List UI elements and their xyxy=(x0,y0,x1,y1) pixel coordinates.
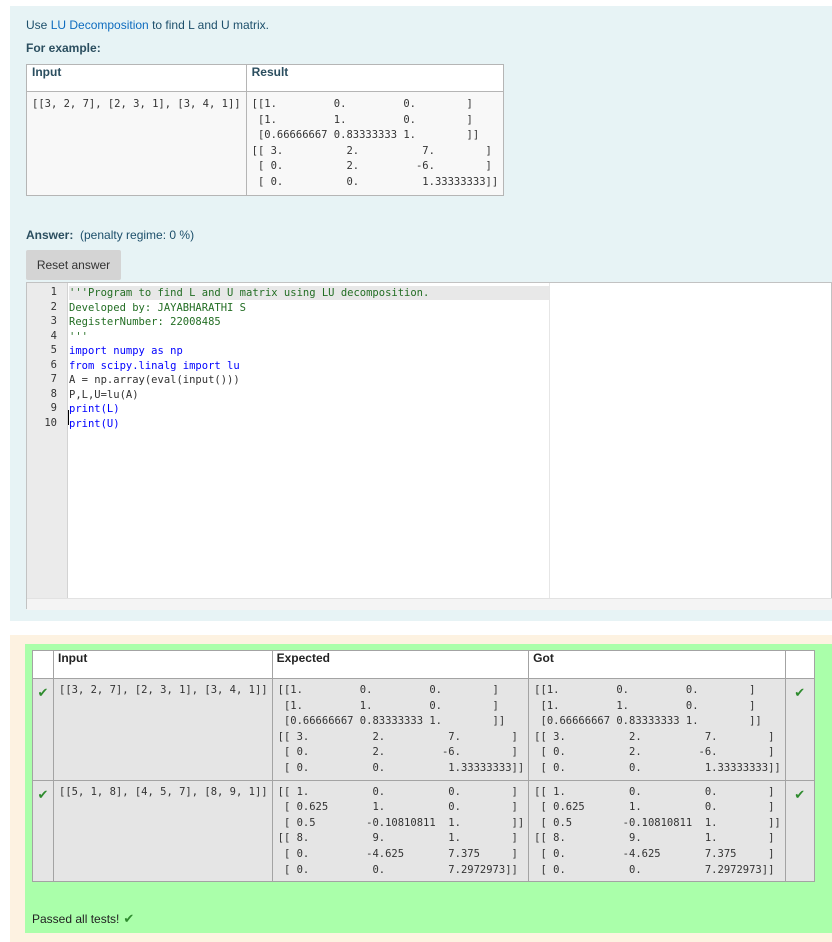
question-panel: Use LU Decomposition to find L and U mat… xyxy=(10,6,832,621)
line-number: 5 xyxy=(50,344,57,356)
example-header-result: Result xyxy=(245,64,505,92)
result-input-cell: [[5, 1, 8], [4, 5, 7], [8, 9, 1]] xyxy=(53,779,273,883)
code-line[interactable]: '''Program to find L and U matrix using … xyxy=(69,286,549,300)
question-text: Use LU Decomposition to find L and U mat… xyxy=(26,18,269,32)
example-result-cell: [[1. 0. 0. ] [1. 1. 0. ] [0.66666667 0.8… xyxy=(245,91,505,196)
test-results-container: Input Expected Got ✔ [[3, 2, 7], [2, 3, … xyxy=(10,635,832,942)
test-input: [[3, 2, 7], [2, 3, 1], [3, 4, 1]] xyxy=(59,684,268,696)
reset-answer-button[interactable]: Reset answer xyxy=(26,250,121,280)
example-result: [[1. 0. 0. ] [1. 1. 0. ] [0.66666667 0.8… xyxy=(251,98,499,188)
check-icon: ✔ xyxy=(794,787,806,803)
results-header-input: Input xyxy=(53,650,273,679)
pass-indicator: ✔ xyxy=(784,779,815,883)
example-input-cell: [[3, 2, 7], [2, 3, 1], [3, 4, 1]] xyxy=(26,91,247,196)
code-line[interactable]: import numpy as np xyxy=(69,344,183,358)
lu-decomposition-link[interactable]: LU Decomposition xyxy=(51,18,149,32)
test-got: [[ 1. 0. 0. ] [ 0.625 1. 0. ] [ 0.5 -0.1… xyxy=(534,785,781,876)
line-number: 1 xyxy=(50,286,57,298)
for-example-label: For example: xyxy=(26,41,101,55)
results-header-status-right xyxy=(784,650,815,679)
test-input: [[5, 1, 8], [4, 5, 7], [8, 9, 1]] xyxy=(59,785,268,798)
code-line[interactable]: from scipy.linalg import lu xyxy=(69,359,240,373)
test-expected: [[ 1. 0. 0. ] [ 0.625 1. 0. ] [ 0.5 -0.1… xyxy=(277,785,525,876)
result-expected-cell: [[1. 0. 0. ] [1. 1. 0. ] [0.66666667 0.8… xyxy=(271,678,530,781)
answer-label: Answer: xyxy=(26,228,74,242)
penalty-regime: (penalty regime: 0 %) xyxy=(80,228,195,242)
passed-text: Passed all tests! xyxy=(32,912,120,926)
line-number: 10 xyxy=(44,416,57,429)
pass-indicator: ✔ xyxy=(784,678,815,781)
test-expected: [[1. 0. 0. ] [1. 1. 0. ] [0.66666667 0.8… xyxy=(277,684,525,774)
passed-all-tests: Passed all tests! ✔ xyxy=(32,912,134,927)
example-header-input: Input xyxy=(26,64,247,92)
code-line[interactable]: print(U) xyxy=(69,417,120,431)
editor-resize-bar[interactable] xyxy=(27,598,832,610)
results-header-expected: Expected xyxy=(271,650,530,679)
check-icon: ✔ xyxy=(37,787,49,803)
answer-header: Answer: (penalty regime: 0 %) xyxy=(26,228,194,242)
example-input: [[3, 2, 7], [2, 3, 1], [3, 4, 1]] xyxy=(32,98,241,110)
results-header-status xyxy=(32,650,54,679)
line-number: 4 xyxy=(50,329,57,342)
text-cursor xyxy=(68,410,69,425)
results-header-got: Got xyxy=(528,650,786,679)
line-number-gutter: 1 2 3 4 5 6 7 8 9 10 xyxy=(27,283,68,598)
pass-indicator: ✔ xyxy=(32,779,54,883)
test-results-panel: Input Expected Got ✔ [[3, 2, 7], [2, 3, … xyxy=(25,644,832,933)
line-number: 9 xyxy=(50,402,57,414)
check-icon: ✔ xyxy=(123,912,135,927)
code-line[interactable]: A = np.array(eval(input())) xyxy=(69,373,240,387)
line-number: 2 xyxy=(50,300,57,313)
line-number: 7 xyxy=(50,373,57,385)
print-margin xyxy=(549,283,550,598)
pass-indicator: ✔ xyxy=(32,678,54,781)
code-line[interactable]: P,L,U=lu(A) xyxy=(69,388,139,402)
code-line[interactable]: RegisterNumber: 22008485 xyxy=(69,315,221,329)
line-number: 6 xyxy=(50,358,57,371)
code-line[interactable]: ''' xyxy=(69,330,88,344)
result-got-cell: [[1. 0. 0. ] [1. 1. 0. ] [0.66666667 0.8… xyxy=(528,678,786,781)
table-row: ✔ [[3, 2, 7], [2, 3, 1], [3, 4, 1]] [[1.… xyxy=(32,678,815,781)
code-line[interactable]: Developed by: JAYABHARATHI S xyxy=(69,301,246,315)
test-results-table: Input Expected Got ✔ [[3, 2, 7], [2, 3, … xyxy=(32,650,815,883)
check-icon: ✔ xyxy=(794,686,806,701)
result-input-cell: [[3, 2, 7], [2, 3, 1], [3, 4, 1]] xyxy=(53,678,273,781)
example-table: Input Result [[3, 2, 7], [2, 3, 1], [3, … xyxy=(26,64,505,196)
line-number: 3 xyxy=(50,315,57,327)
intro-prefix: Use xyxy=(26,18,51,32)
line-number: 8 xyxy=(50,387,57,400)
result-expected-cell: [[ 1. 0. 0. ] [ 0.625 1. 0. ] [ 0.5 -0.1… xyxy=(271,779,530,883)
check-icon: ✔ xyxy=(37,686,49,701)
intro-suffix: to find L and U matrix. xyxy=(148,18,270,32)
result-got-cell: [[ 1. 0. 0. ] [ 0.625 1. 0. ] [ 0.5 -0.1… xyxy=(528,779,786,883)
test-got: [[1. 0. 0. ] [1. 1. 0. ] [0.66666667 0.8… xyxy=(534,684,781,774)
code-line[interactable]: print(L) xyxy=(69,402,120,416)
table-row: ✔ [[5, 1, 8], [4, 5, 7], [8, 9, 1]] [[ 1… xyxy=(32,779,815,883)
code-editor[interactable]: 1 2 3 4 5 6 7 8 9 10 '''Program to find … xyxy=(26,282,832,610)
